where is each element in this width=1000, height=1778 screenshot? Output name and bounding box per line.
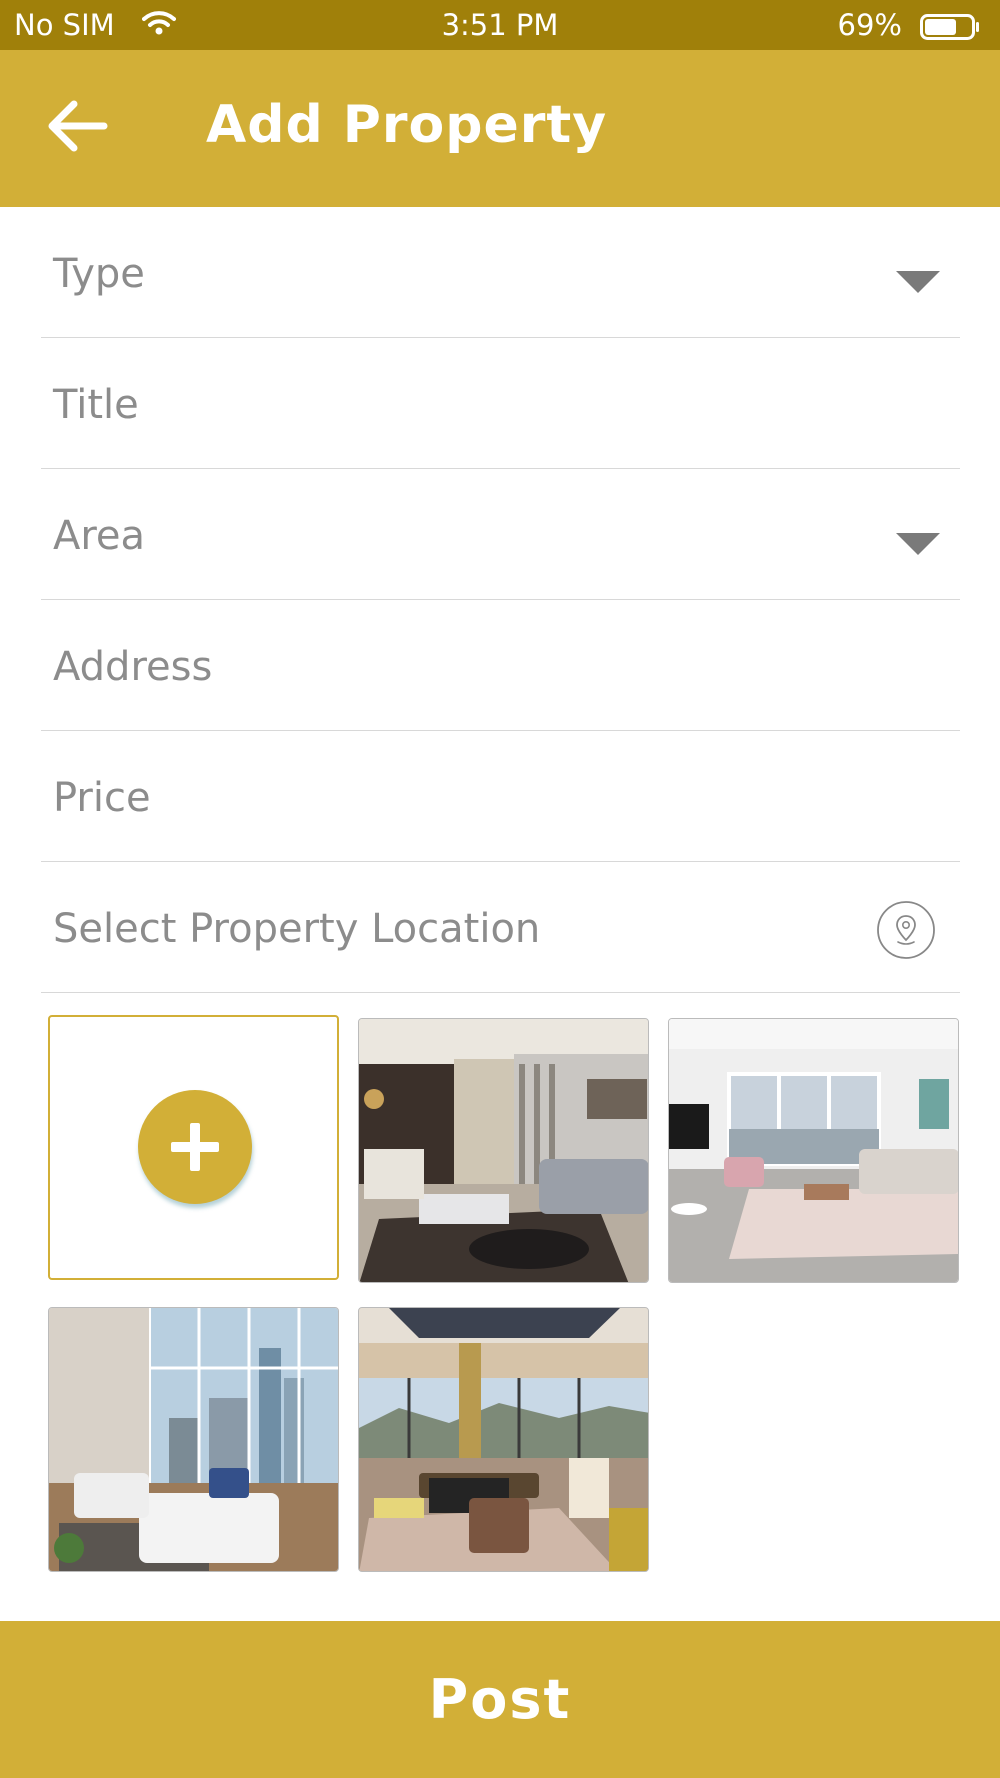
back-button[interactable] — [44, 96, 110, 156]
type-dropdown[interactable]: Type — [41, 207, 960, 338]
battery-icon — [920, 13, 980, 47]
post-button[interactable]: Post — [0, 1621, 1000, 1778]
area-label: Area — [53, 513, 146, 559]
address-label: Address — [53, 644, 213, 690]
app-bar: Add Property — [0, 50, 1000, 207]
price-label: Price — [53, 775, 151, 821]
location-picker[interactable]: Select Property Location — [41, 862, 960, 993]
location-label: Select Property Location — [53, 906, 541, 952]
chevron-down-icon — [894, 531, 942, 561]
price-field[interactable]: Price — [41, 731, 960, 862]
title-field[interactable]: Title — [41, 338, 960, 469]
plus-icon — [138, 1090, 252, 1204]
map-pin-icon[interactable] — [876, 900, 936, 964]
address-field[interactable]: Address — [41, 600, 960, 731]
add-photo-button[interactable] — [48, 1015, 339, 1280]
status-bar: No SIM 3:51 PM 69% — [0, 0, 1000, 50]
photo-living-room-mountain-view[interactable] — [358, 1307, 649, 1572]
arrow-left-icon — [48, 100, 108, 152]
page-title: Add Property — [206, 95, 608, 155]
title-label: Title — [53, 382, 139, 428]
type-label: Type — [53, 251, 145, 297]
photo-living-room-city-view[interactable] — [48, 1307, 339, 1572]
photo-living-room-white[interactable] — [668, 1018, 959, 1283]
battery-percentage: 69% — [837, 8, 902, 42]
chevron-down-icon — [894, 269, 942, 299]
area-dropdown[interactable]: Area — [41, 469, 960, 600]
photo-living-room-dark[interactable] — [358, 1018, 649, 1283]
